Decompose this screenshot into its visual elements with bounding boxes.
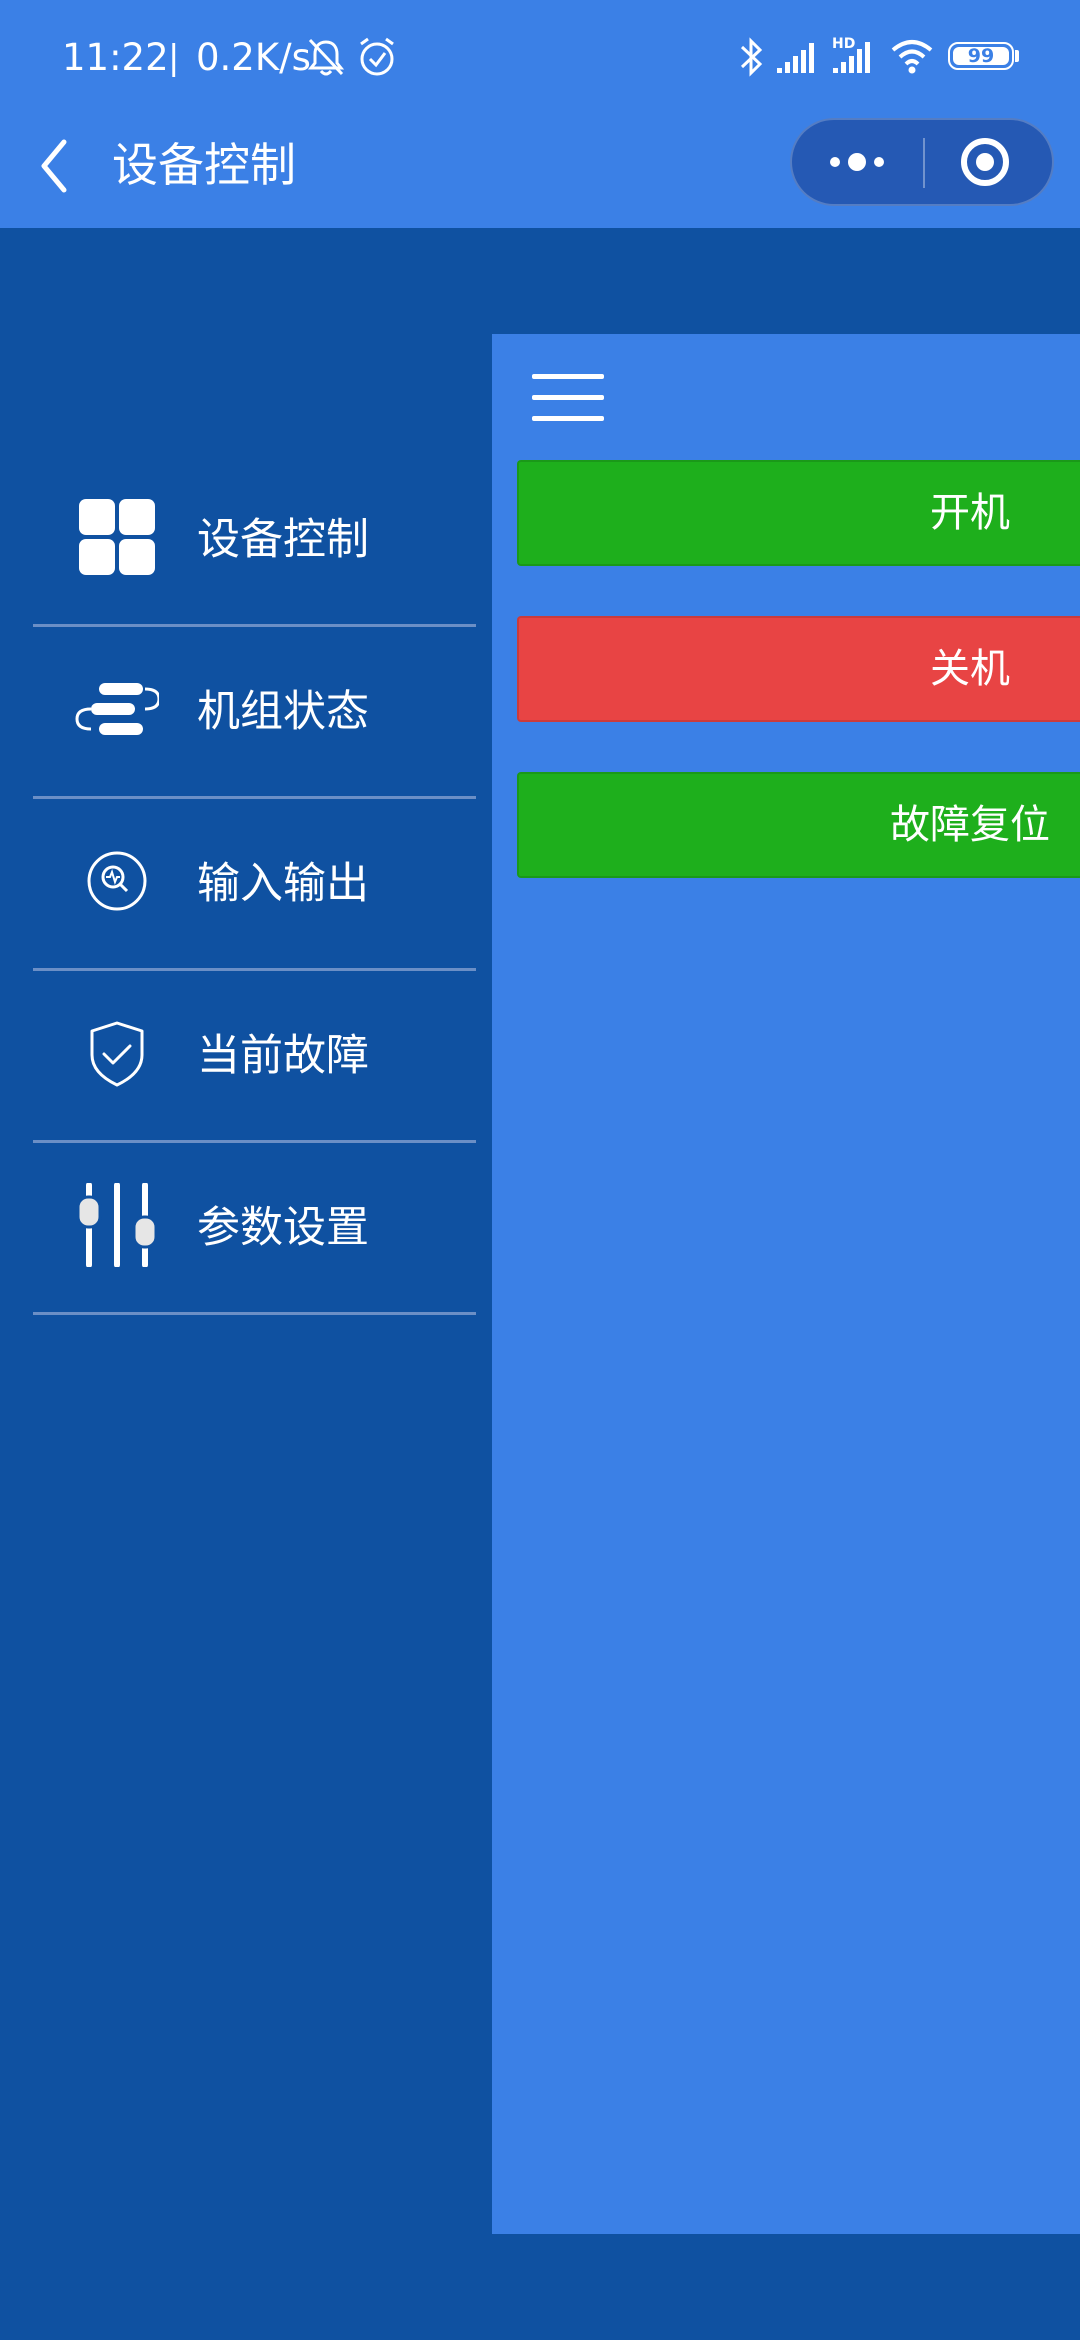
- bluetooth-icon: [740, 37, 763, 77]
- page-title: 设备控制: [112, 138, 296, 192]
- sidebar-item-label: 机组状态: [197, 687, 369, 737]
- hamburger-line: [532, 374, 604, 379]
- main-panel: 开机 关机 故障复位: [492, 334, 1080, 2234]
- status-bar: 11:22 | 0.2K/s HD 99: [0, 0, 1080, 110]
- fault-reset-button[interactable]: 故障复位: [517, 772, 1080, 878]
- target-close-icon: [961, 138, 1009, 186]
- grid-icon: [79, 499, 155, 575]
- alarm-clock-icon: [360, 37, 394, 76]
- more-dots-icon: [830, 153, 884, 171]
- sidebar-item-unit-status[interactable]: 机组状态: [33, 627, 476, 799]
- sidebar: 设备控制 机组状态 输入输出 当前故障 参数设置: [0, 228, 492, 2340]
- sidebar-item-parameter-settings[interactable]: 参数设置: [33, 1143, 476, 1315]
- battery-tip: [1015, 50, 1019, 62]
- hamburger-line: [532, 416, 604, 421]
- power-off-button[interactable]: 关机: [517, 616, 1080, 722]
- shield-check-icon: [90, 1021, 144, 1087]
- status-network-speed: 0.2K/s: [196, 36, 311, 79]
- mute-bell-icon: [307, 38, 345, 76]
- wifi-icon: [891, 40, 933, 74]
- fault-reset-label: 故障复位: [890, 802, 1050, 848]
- sidebar-item-label: 当前故障: [197, 1031, 369, 1081]
- hamburger-line: [532, 395, 604, 400]
- sliders-icon: [76, 1183, 158, 1267]
- app-header: 11:22 | 0.2K/s HD 99 设备控制: [0, 0, 1080, 228]
- status-separator: |: [168, 38, 180, 78]
- signal-icon: [777, 43, 814, 73]
- sidebar-item-label: 设备控制: [197, 515, 369, 565]
- signal-hd-badge: HD: [832, 36, 856, 52]
- chevron-left-icon: [41, 139, 67, 193]
- sidebar-item-current-fault[interactable]: 当前故障: [33, 971, 476, 1143]
- mini-program-capsule: [790, 118, 1054, 206]
- unit-status-icon: [75, 683, 159, 735]
- back-button[interactable]: [24, 126, 104, 206]
- power-on-button[interactable]: 开机: [517, 460, 1080, 566]
- battery-level: 99: [967, 45, 995, 67]
- power-on-label: 开机: [930, 490, 1010, 536]
- sidebar-item-input-output[interactable]: 输入输出: [33, 799, 476, 971]
- more-button[interactable]: [792, 120, 923, 204]
- power-off-label: 关机: [930, 646, 1010, 692]
- io-monitor-icon: [87, 851, 147, 911]
- hamburger-menu-button[interactable]: [532, 370, 606, 424]
- battery-icon: 99: [948, 42, 1014, 70]
- close-mini-program-button[interactable]: [925, 120, 1052, 204]
- sidebar-item-label: 输入输出: [197, 859, 369, 909]
- sidebar-item-device-control[interactable]: 设备控制: [33, 455, 476, 627]
- status-time: 11:22: [62, 36, 169, 79]
- sidebar-item-label: 参数设置: [197, 1203, 369, 1253]
